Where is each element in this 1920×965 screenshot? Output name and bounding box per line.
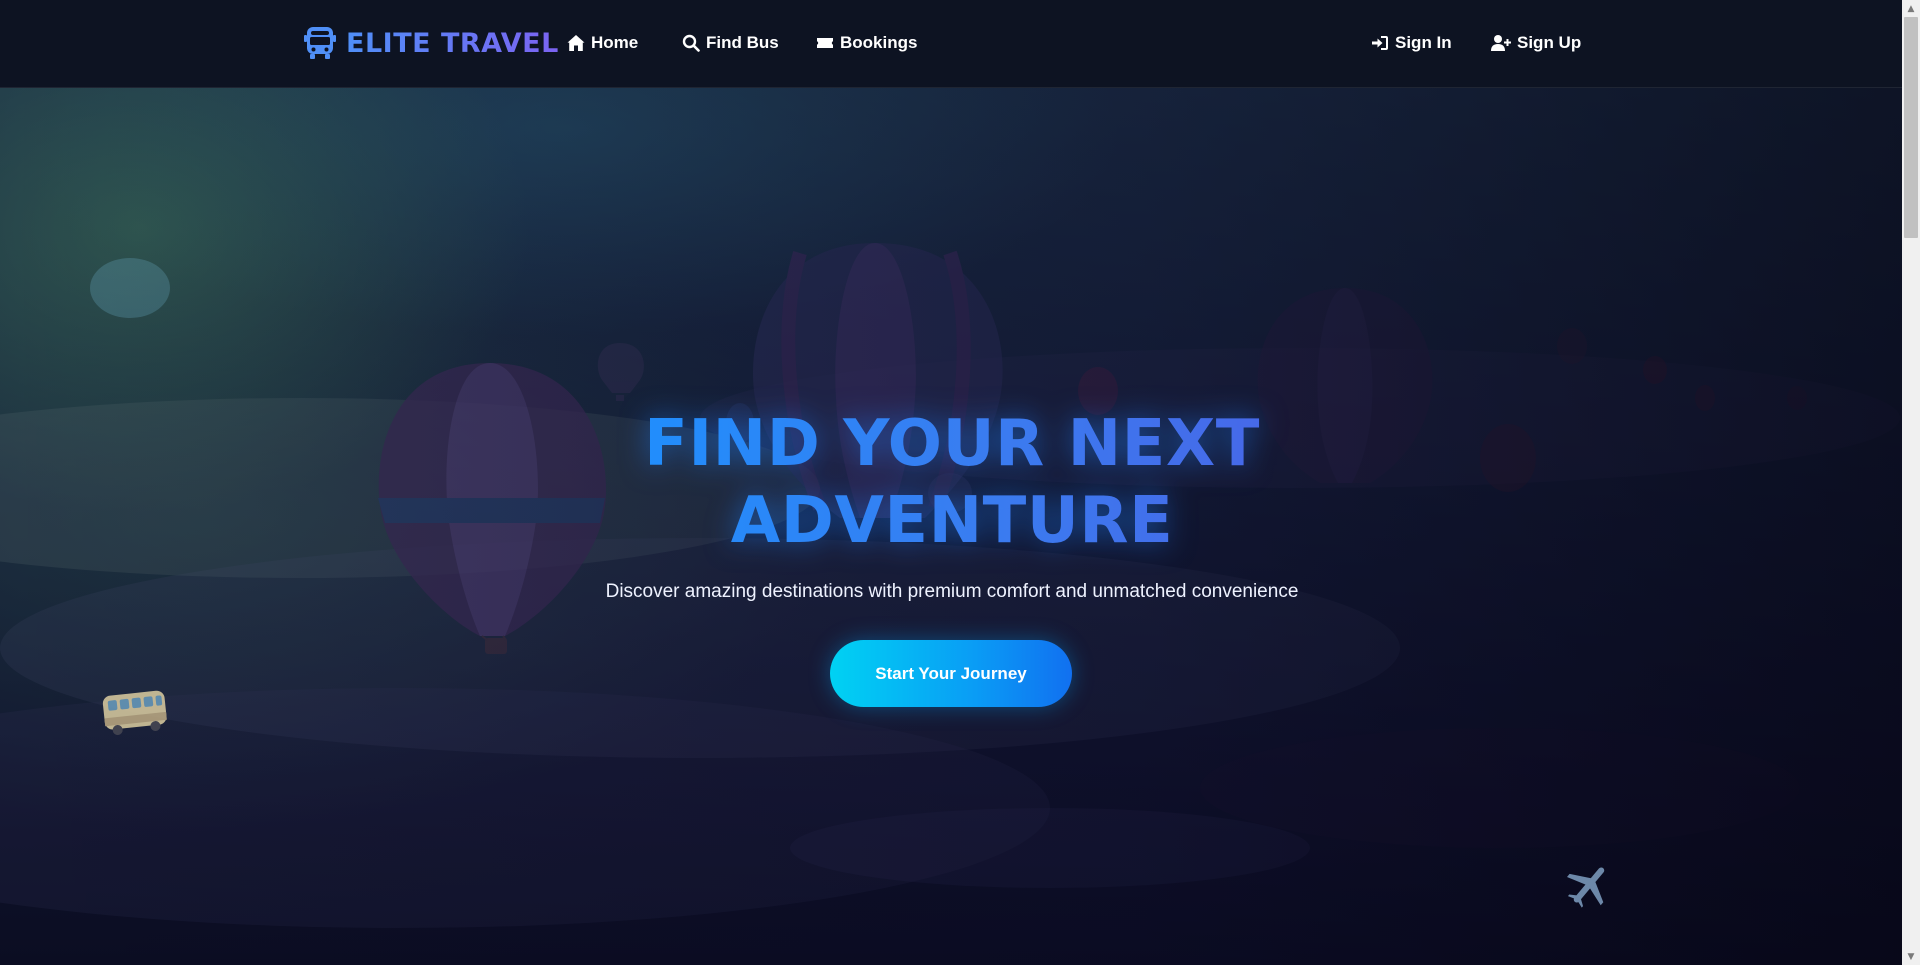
user-plus-icon — [1491, 35, 1511, 51]
bus-emoji-icon — [102, 690, 167, 736]
search-icon — [682, 34, 700, 52]
nav-link-bookings[interactable]: Bookings — [816, 31, 917, 55]
brand-logo-link[interactable]: ELITE TRAVEL — [304, 24, 559, 62]
nav-link-label: Home — [591, 33, 639, 52]
hero-title-line-2: ADVENTURE — [730, 484, 1174, 558]
scroll-down-arrow-icon[interactable]: ▼ — [1902, 948, 1920, 965]
sign-in-link[interactable]: Sign In — [1371, 31, 1452, 55]
hero-title-line-1: FIND YOUR NEXT — [644, 407, 1260, 481]
sign-in-icon — [1372, 36, 1388, 50]
nav-link-find-bus[interactable]: Find Bus — [682, 31, 779, 55]
sign-up-link[interactable]: Sign Up — [1491, 31, 1581, 55]
nav-link-label: Bookings — [840, 33, 918, 52]
hero-section: FIND YOUR NEXT ADVENTURE Discover amazin… — [0, 88, 1902, 965]
airplane-emoji-icon — [1567, 867, 1605, 908]
sign-up-label: Sign Up — [1517, 33, 1582, 52]
scroll-up-arrow-icon[interactable]: ▲ — [1902, 0, 1920, 17]
hero-title: FIND YOUR NEXT ADVENTURE — [560, 406, 1344, 560]
navbar: ELITE TRAVEL Home Find Bus Bookings Sign… — [0, 0, 1902, 88]
hero-subtitle: Discover amazing destinations with premi… — [605, 581, 1299, 602]
scrollbar-thumb[interactable] — [1904, 17, 1918, 238]
bus-icon — [304, 27, 336, 59]
brand-name: ELITE TRAVEL — [346, 27, 559, 59]
hot-air-balloon-small — [597, 343, 644, 401]
home-icon — [567, 35, 585, 51]
nav-link-home[interactable]: Home — [567, 31, 638, 55]
start-journey-button[interactable]: Start Your Journey — [830, 640, 1072, 707]
ticket-icon — [817, 38, 833, 48]
sign-in-label: Sign In — [1395, 33, 1452, 52]
page-scrollbar[interactable]: ▲ ▼ — [1902, 0, 1920, 965]
nav-link-label: Find Bus — [706, 33, 779, 52]
